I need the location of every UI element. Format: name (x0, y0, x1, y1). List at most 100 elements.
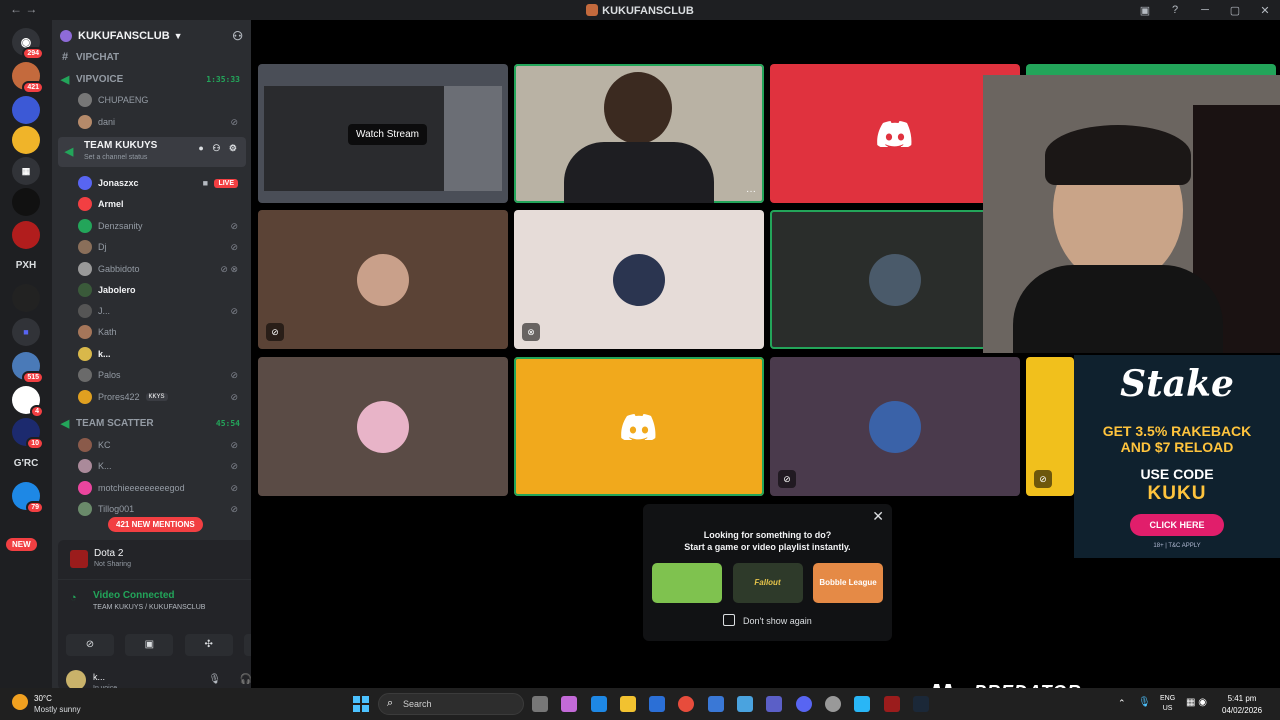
dota-taskbar-icon[interactable] (883, 696, 900, 712)
notepad-icon[interactable] (854, 696, 871, 712)
discord-taskbar-icon[interactable] (795, 696, 812, 712)
help-icon[interactable]: ? (1160, 4, 1190, 16)
channel-vipchat[interactable]: # VIPCHAT (58, 47, 246, 67)
channel-team-scatter[interactable]: ◀ TEAM SCATTER 45:54 (58, 413, 246, 433)
channel-vipvoice[interactable]: ◀ VIPVOICE 1:35:33 (58, 69, 246, 89)
voice-member[interactable]: K... ⊘ (78, 456, 246, 476)
voice-member[interactable]: KC ⊘ (78, 435, 246, 455)
close-icon[interactable]: ✕ (872, 508, 884, 525)
game-option[interactable]: Bobble League (813, 563, 883, 603)
camera-toggle-button[interactable]: ⊘ (66, 634, 114, 656)
guild-kukufansclub[interactable]: 421 (12, 62, 44, 94)
language-indicator[interactable]: ENG US (1160, 694, 1175, 714)
copilot-icon[interactable] (561, 696, 578, 712)
camera-tile[interactable]: ··· (514, 64, 764, 203)
mail-icon[interactable] (707, 696, 724, 712)
guild-item[interactable] (12, 96, 40, 124)
deafen-icon: ⊘ (230, 503, 238, 514)
start-button[interactable] (353, 696, 369, 712)
voice-member[interactable]: Gabbidoto ⊘ ⊗ (78, 259, 246, 279)
file-explorer-icon[interactable] (619, 696, 636, 712)
home-guild[interactable]: ◉ 294 (12, 28, 44, 60)
channel-team-kukuys[interactable]: ◀ TEAM KUKUYS Set a channel status ● ⚇ ⚙ (58, 137, 246, 167)
guild-item[interactable] (12, 188, 40, 216)
teams-icon[interactable] (766, 696, 783, 712)
voice-member[interactable]: Armel (78, 194, 246, 214)
participant-tile[interactable] (258, 357, 508, 496)
new-unreads-pill[interactable]: NEW (6, 538, 37, 551)
voice-member[interactable]: Prores422 KKYS ⊘ (78, 387, 246, 407)
guild-item[interactable] (12, 126, 40, 154)
user-name[interactable]: k... (93, 672, 105, 682)
edge-icon[interactable] (590, 696, 607, 712)
network-volume-icons[interactable]: ▦ ◉ (1186, 697, 1207, 708)
participant-tile[interactable]: ⊘ (770, 357, 1020, 496)
participant-tile[interactable] (514, 357, 764, 496)
participant-tile[interactable]: ⊗ (514, 210, 764, 349)
taskbar-clock[interactable]: 5:41 pm 04/02/2026 (1222, 693, 1262, 717)
dont-show-label[interactable]: Don't show again (743, 616, 812, 626)
voice-member[interactable]: dani ⊘ (78, 112, 246, 132)
watch-stream-button[interactable]: Watch Stream (348, 124, 427, 145)
guild-item[interactable]: ▦ (12, 157, 40, 185)
taskbar-search[interactable]: ⌕ Search (378, 693, 524, 715)
guild-item[interactable] (12, 221, 40, 249)
guild-item[interactable]: 79 (12, 482, 44, 514)
voice-member[interactable]: Jonaszxc ■ LIVE (78, 173, 246, 193)
weather-widget[interactable]: 30°C Mostly sunny (12, 692, 112, 716)
new-mentions-pill[interactable]: 421 NEW MENTIONS (108, 517, 203, 532)
voice-channel[interactable]: TEAM KUKUYS / KUKUFANSCLUB (93, 604, 205, 611)
game-option[interactable]: Fallout (732, 563, 803, 603)
voice-member[interactable]: Denzsanity ⊘ (78, 216, 246, 236)
user-avatar[interactable] (66, 670, 86, 690)
voice-member[interactable]: Tillog001 ⊘ (78, 499, 246, 519)
channel-status[interactable]: Set a channel status (84, 154, 147, 161)
voice-member[interactable]: Kath (78, 322, 246, 342)
voice-member[interactable]: motchieeeeeeeeegod ⊘ (78, 478, 246, 498)
store-icon[interactable] (649, 696, 666, 712)
task-view-icon[interactable] (532, 696, 548, 712)
game-option[interactable] (652, 563, 722, 603)
guild-grc[interactable]: G'RC (8, 458, 44, 469)
obs-icon[interactable] (824, 696, 841, 712)
guild-item[interactable]: 4 (12, 386, 44, 418)
dont-show-checkbox[interactable] (723, 614, 735, 626)
voice-member[interactable]: Palos ⊘ (78, 365, 246, 385)
more-options-icon[interactable]: ··· (746, 186, 756, 197)
voice-member[interactable]: Dj ⊘ (78, 237, 246, 257)
steam-icon[interactable] (912, 696, 929, 712)
avatar (357, 400, 409, 453)
close-button[interactable]: ✕ (1250, 4, 1280, 17)
guild-item[interactable] (12, 284, 40, 312)
voice-member[interactable]: J... ⊘ (78, 301, 246, 321)
stream-tile[interactable]: Watch Stream (258, 64, 508, 203)
activities-button[interactable]: ✣ (184, 634, 233, 656)
maximize-button[interactable]: ▢ (1220, 4, 1250, 17)
channel-tools[interactable]: ● ⚇ ⚙ (198, 143, 240, 154)
minimize-button[interactable]: ─ (1190, 4, 1220, 16)
chrome-icon[interactable] (678, 696, 695, 712)
screen-share-button[interactable]: ▣ (125, 634, 174, 656)
guild-folder[interactable]: ■ (12, 318, 40, 346)
guild-item[interactable]: 10 (12, 418, 44, 450)
app-icon[interactable] (737, 696, 754, 712)
signal-icon[interactable]: ◔ (70, 592, 77, 604)
add-member-icon[interactable]: ⚇ (232, 29, 243, 43)
voice-member[interactable]: k... (78, 344, 246, 364)
participant-tile[interactable]: ⊘ (1026, 357, 1074, 496)
guild-item[interactable]: 515 (12, 352, 44, 384)
voice-member[interactable]: Jabolero (78, 280, 246, 300)
mic-tray-icon[interactable]: 🎙 (1138, 697, 1151, 708)
ad-cta-button[interactable]: CLICK HERE (1130, 514, 1224, 536)
ad-disclaimer: 18+ | T&C APPLY (1153, 543, 1201, 549)
member-tag: KKYS (145, 393, 168, 401)
voice-member[interactable]: CHUPAENG (78, 90, 246, 110)
guild-pxh[interactable]: PXH (8, 260, 44, 271)
voice-status[interactable]: Video Connected (93, 590, 175, 601)
member-name: Armel (98, 199, 124, 209)
inbox-icon[interactable]: ▣ (1130, 4, 1160, 17)
tray-chevron-icon[interactable]: ⌃ (1118, 698, 1126, 709)
deafen-icon: ⊘ (230, 305, 238, 316)
sponsor-ad[interactable]: Stake GET 3.5% RAKEBACK AND $7 RELOAD US… (1074, 355, 1280, 558)
participant-tile[interactable]: ⊘ (258, 210, 508, 349)
